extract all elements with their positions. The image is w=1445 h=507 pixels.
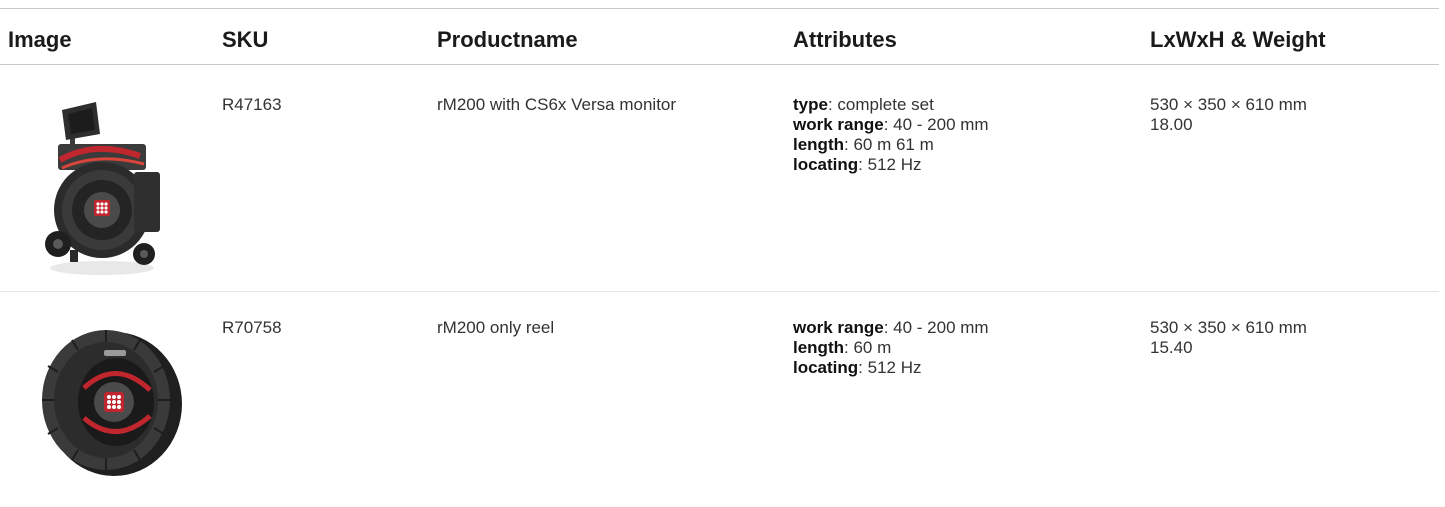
attribute-value: : 40 - 200 mm (883, 318, 989, 337)
attribute-value: : 60 m (844, 338, 892, 357)
attribute-line: work range: 40 - 200 mm (793, 115, 989, 135)
attribute-key: work range (793, 115, 884, 134)
pipe-inspection-reel-with-monitor-icon (45, 102, 160, 275)
attribute-line: length: 60 m 61 m (793, 135, 989, 155)
weight-text: 15.40 (1150, 338, 1193, 357)
product-image-reel-with-monitor[interactable] (40, 100, 170, 280)
table-top-border (0, 8, 1439, 9)
attributes-cell: work range: 40 - 200 mm length: 60 m loc… (793, 318, 989, 378)
attribute-key: length (793, 135, 844, 154)
attribute-line: length: 60 m (793, 338, 989, 358)
column-header-image: Image (8, 27, 72, 52)
sku-cell: R70758 (222, 318, 282, 337)
attribute-value: : 40 - 200 mm (883, 115, 989, 134)
attribute-value: : 512 Hz (858, 155, 922, 174)
attribute-key: locating (793, 358, 859, 377)
row-divider (0, 291, 1439, 292)
attribute-value: : 60 m 61 m (844, 135, 934, 154)
weight-text: 18.00 (1150, 115, 1193, 134)
attribute-line: locating: 512 Hz (793, 155, 989, 175)
attribute-key: work range (793, 318, 884, 337)
attribute-value: : complete set (827, 95, 934, 114)
productname-cell[interactable]: rM200 with CS6x Versa monitor (437, 95, 676, 115)
column-header-dimensions-weight: LxWxH & Weight (1150, 27, 1326, 52)
column-header-sku: SKU (222, 27, 269, 52)
sku-cell: R47163 (222, 95, 282, 114)
column-header-productname: Productname (437, 27, 578, 52)
attribute-line: locating: 512 Hz (793, 358, 989, 378)
dimensions-text: 530 × 350 × 610 mm (1150, 318, 1307, 337)
dimensions-weight-cell: 530 × 350 × 610 mm 15.40 (1150, 318, 1307, 358)
productname-cell[interactable]: rM200 only reel (437, 318, 554, 338)
dimensions-text: 530 × 350 × 610 mm (1150, 95, 1307, 114)
column-header-attributes: Attributes (793, 27, 897, 52)
attribute-key: length (793, 338, 844, 357)
pipe-inspection-reel-icon (42, 330, 182, 476)
attributes-cell: type: complete set work range: 40 - 200 … (793, 95, 989, 175)
attribute-line: type: complete set (793, 95, 989, 115)
attribute-key: type (793, 95, 828, 114)
header-divider (0, 64, 1439, 65)
attribute-value: : 512 Hz (858, 358, 922, 377)
attribute-line: work range: 40 - 200 mm (793, 318, 989, 338)
dimensions-weight-cell: 530 × 350 × 610 mm 18.00 (1150, 95, 1307, 135)
attribute-key: locating (793, 155, 859, 174)
product-image-reel[interactable] (36, 318, 188, 480)
